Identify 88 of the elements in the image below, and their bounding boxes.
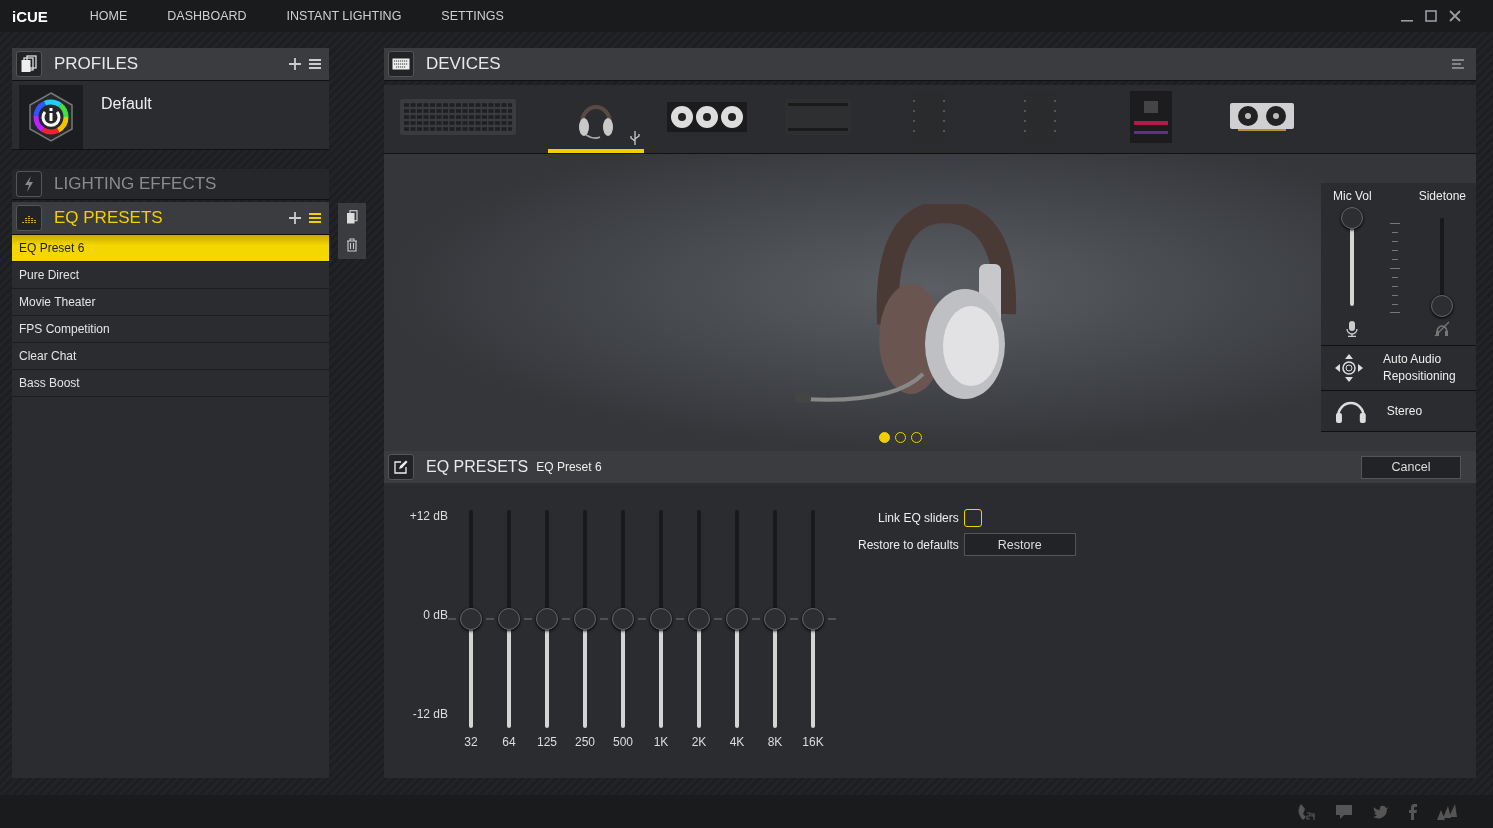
edit-icon[interactable] [388,454,414,480]
panel-title: PROFILES [54,54,139,74]
add-icon[interactable] [289,212,301,224]
profile-card[interactable]: Default [12,81,329,150]
eq-slider[interactable] [650,509,672,729]
frequency-label: 64 [502,735,516,749]
frequency-label: 4K [729,735,745,749]
frequency-label: 8K [767,735,783,749]
close-icon[interactable] [1449,10,1461,22]
lightning-icon [16,171,42,197]
audio-option[interactable]: Auto Audio Repositioning [1321,346,1476,391]
slider-thumb[interactable] [612,608,634,630]
restore-button[interactable]: Restore [963,533,1076,556]
preset-item[interactable]: FPS Competition [12,316,329,343]
slider-label: Sidetone [1418,189,1466,203]
app-logo: iCUE [12,7,48,25]
slider-thumb[interactable] [460,608,482,630]
eq-slider[interactable] [460,509,482,729]
panel-header[interactable]: LIGHTING EFFECTS [12,169,329,200]
slider-thumb[interactable] [764,608,786,630]
eq-slider[interactable] [764,509,786,729]
stacked-pages-icon [16,51,42,77]
frequency-label: 16K [802,735,824,749]
frequency-label: 500 [613,735,633,749]
carousel-dot[interactable] [878,432,890,443]
trash-icon[interactable] [346,238,358,252]
eq-slider[interactable] [536,509,558,729]
eq-slider[interactable] [688,509,710,729]
preset-item[interactable]: Bass Boost [12,370,329,397]
slider-label: Mic Vol [1333,189,1372,203]
cancel-button[interactable]: Cancel [1361,455,1461,479]
panel-title: LIGHTING EFFECTS [54,174,217,194]
scale-label: -12 dB [412,707,448,721]
frequency-label: 2K [691,735,707,749]
frequency-label: 32 [464,735,478,749]
slider-thumb[interactable] [498,608,520,630]
eq-slider[interactable] [498,509,520,729]
maximize-icon[interactable] [1425,10,1437,22]
hexagon-logo-icon [19,85,83,149]
menu-icon[interactable] [309,59,321,69]
option-label: Stereo [1386,402,1424,420]
slider-thumb[interactable] [688,608,710,630]
eq-slider[interactable] [612,509,634,729]
slider-thumb[interactable] [650,608,672,630]
frequency-label: 250 [575,735,595,749]
panel-title: DEVICES [426,54,501,74]
panel-title: EQ PRESETS [426,458,529,476]
option-label: Restore to defaults [858,537,959,552]
slider-thumb[interactable] [802,608,824,630]
eq-slider[interactable] [726,509,748,729]
menu-icon[interactable] [1452,59,1464,69]
nav-link[interactable]: SETTINGS [441,9,504,23]
preset-item[interactable]: EQ Preset 6 [12,235,329,262]
panel-title: EQ PRESETS [54,208,163,228]
scale-label: 0 dB [423,608,448,622]
nav-link[interactable]: INSTANT LIGHTING [286,9,402,23]
slider-thumb[interactable] [1341,207,1364,229]
frequency-label: 125 [537,735,557,749]
eq-slider[interactable] [574,509,596,729]
nav-link[interactable]: HOME [89,9,128,23]
preset-item[interactable]: Pure Direct [12,262,329,289]
slider-thumb[interactable] [536,608,558,630]
microphone-icon [1346,321,1359,337]
option-label: Link EQ sliders [878,511,959,525]
slider-thumb[interactable] [574,608,596,630]
eq-slider[interactable] [802,509,824,729]
headphones-icon [1335,399,1367,423]
link-checkbox[interactable] [963,509,982,527]
nav-link[interactable]: DASHBOARD [167,9,247,23]
slider-thumb[interactable] [1431,295,1454,317]
keyboard-icon [388,51,414,77]
preset-item[interactable]: Clear Chat [12,343,329,370]
menu-icon[interactable] [309,213,321,223]
preset-item[interactable]: Movie Theater [12,289,329,316]
muted-headset-icon [1434,321,1451,337]
add-icon[interactable] [289,58,301,70]
slider-thumb[interactable] [726,608,748,630]
copy-icon[interactable] [346,210,358,224]
equalizer-icon [16,205,42,231]
preset-name: EQ Preset 6 [536,460,602,474]
profile-name: Default [101,95,152,113]
option-label: Auto Audio Repositioning [1383,351,1457,385]
directional-arrows-icon [1335,354,1363,382]
audio-option[interactable]: Stereo [1321,391,1476,432]
scale-label: +12 dB [409,509,448,523]
graphics-card-drawing [1230,103,1294,131]
frequency-label: 1K [653,735,669,749]
motherboard-drawing [1130,91,1172,143]
